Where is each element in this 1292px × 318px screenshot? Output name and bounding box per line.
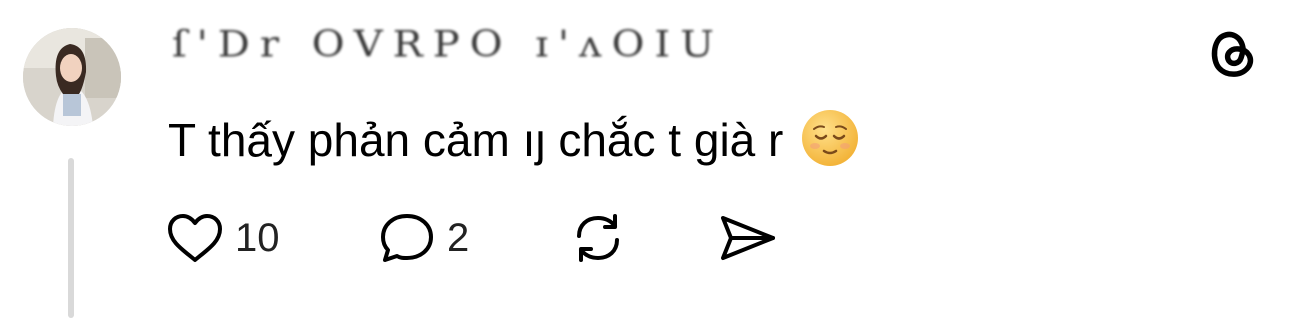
like-count: 10	[235, 216, 280, 260]
action-bar: 10 2	[165, 208, 805, 268]
avatar[interactable]	[23, 28, 121, 126]
repost-button[interactable]	[565, 208, 631, 268]
like-button[interactable]: 10	[165, 208, 280, 268]
thread-line	[68, 158, 74, 318]
heart-icon	[165, 212, 225, 264]
thread-post: ſ'Dr OVRPO ɪ'ʌOIU T thấy phản cảm ıȷ chắ…	[0, 0, 1292, 318]
send-icon	[717, 210, 779, 266]
share-button[interactable]	[717, 208, 779, 268]
comment-text: T thấy phản cảm ıȷ chắc t già r	[168, 108, 860, 168]
speech-bubble-icon	[377, 210, 437, 266]
reply-count: 2	[447, 216, 470, 260]
relieved-face-emoji	[800, 108, 860, 168]
repost-icon	[565, 208, 631, 268]
reply-button[interactable]: 2	[377, 208, 469, 268]
threads-icon[interactable]	[1203, 22, 1261, 80]
username[interactable]: ſ'Dr OVRPO ɪ'ʌOIU	[172, 22, 714, 82]
